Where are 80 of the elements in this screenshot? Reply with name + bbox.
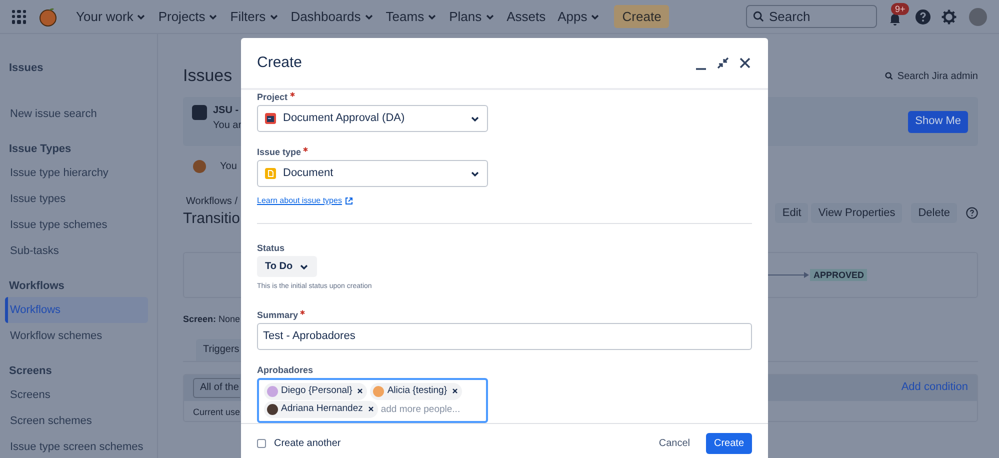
screen-label: Screen: None xyxy=(183,313,240,326)
field-label: Project xyxy=(257,91,288,103)
help-icon[interactable] xyxy=(966,207,978,219)
notice-text: You xyxy=(220,160,237,174)
sidebar-heading: Issue Types xyxy=(9,142,72,156)
sidebar-item[interactable]: Issue type screen schemes xyxy=(9,434,148,458)
nav-menu-item[interactable]: Apps xyxy=(552,4,606,30)
notification-badge: 9+ xyxy=(891,2,910,14)
admin-search-link[interactable]: Search Jira admin xyxy=(897,68,978,84)
cancel-button[interactable]: Cancel xyxy=(650,433,698,454)
create-button[interactable]: Create xyxy=(706,433,752,454)
close-icon[interactable] xyxy=(738,56,752,70)
nav-menu-item[interactable]: Teams xyxy=(380,4,444,30)
workflow-heading: Transitio xyxy=(183,209,240,229)
modal-title: Create xyxy=(257,52,304,73)
avatar xyxy=(267,386,278,396)
field-label: Issue type xyxy=(257,146,302,158)
external-link-icon xyxy=(344,197,353,205)
status-lozenge: APPROVED xyxy=(810,269,867,281)
avatar xyxy=(267,404,278,414)
person-chip[interactable]: Diego {Personal} xyxy=(264,382,368,400)
banner-title: JSU - xyxy=(213,104,240,118)
action-button[interactable]: Delete xyxy=(911,203,957,223)
sidebar-item[interactable]: Issue type hierarchy xyxy=(9,160,148,186)
fruit-logo-icon[interactable] xyxy=(38,6,58,26)
bell-icon[interactable] xyxy=(888,12,902,26)
tab[interactable]: Triggers xyxy=(196,338,242,360)
page-title: Issues xyxy=(183,65,232,88)
banner-text: You ar xyxy=(213,119,242,133)
sidebar-item[interactable]: Screens xyxy=(9,382,148,408)
help-link[interactable]: Learn about issue types xyxy=(257,196,353,206)
remove-icon[interactable] xyxy=(357,388,364,394)
sidebar-item[interactable]: Sub-tasks xyxy=(9,238,148,264)
summary-input[interactable]: Test - Aprobadores xyxy=(257,322,752,350)
action-button[interactable]: View Properties xyxy=(811,203,902,223)
sidebar-item[interactable]: New issue search xyxy=(9,100,148,126)
sidebar-item[interactable]: Workflow schemes xyxy=(9,322,148,348)
field-label: Summary xyxy=(257,308,298,320)
remove-icon[interactable] xyxy=(452,388,458,394)
person-chip[interactable]: Alicia {testing} xyxy=(370,382,462,400)
app-grid-icon[interactable] xyxy=(12,10,26,24)
sidebar-item[interactable]: Issue types xyxy=(9,186,148,212)
app-logo-icon xyxy=(192,105,207,120)
checkbox[interactable] xyxy=(257,439,266,448)
sidebar-heading: Screens xyxy=(9,364,53,378)
action-button[interactable]: Edit xyxy=(775,203,808,223)
checkbox-label: Create another xyxy=(274,437,341,451)
select-field[interactable]: Document xyxy=(257,160,488,187)
sidebar-item[interactable]: Screen schemes xyxy=(9,408,148,434)
nav-menu-item[interactable]: Filters xyxy=(224,4,285,30)
nav-menu-item[interactable]: Plans xyxy=(443,4,501,30)
collapse-icon[interactable] xyxy=(716,56,730,70)
project-icon xyxy=(265,113,276,124)
add-people-input[interactable]: add more people... xyxy=(380,400,461,418)
condition-select[interactable]: All of the xyxy=(193,378,240,398)
settings-icon[interactable] xyxy=(941,8,957,24)
nav-menu-item[interactable]: Assets xyxy=(500,4,552,30)
sidebar-heading: Workflows xyxy=(9,278,66,294)
document-icon xyxy=(265,168,276,179)
nav-menu-item[interactable]: Projects xyxy=(152,4,224,30)
people-picker[interactable]: Diego {Personal} Alicia {testing} Adriana Hernandez add more people... xyxy=(257,378,488,422)
create-button[interactable]: Create xyxy=(614,5,670,28)
sidebar-title: Issues xyxy=(9,61,44,76)
select-field[interactable]: Document Approval (DA) xyxy=(257,105,488,132)
sidebar-item[interactable]: Issue type schemes xyxy=(9,212,148,238)
field-label: Status xyxy=(257,242,285,254)
breadcrumb: Workflows / xyxy=(185,195,238,209)
search-icon xyxy=(885,72,894,80)
remove-icon[interactable] xyxy=(368,406,374,412)
nav-menu-item[interactable]: Your work xyxy=(70,4,152,30)
person-chip[interactable]: Adriana Hernandez xyxy=(264,400,378,418)
avatar xyxy=(373,386,384,396)
show-me-button[interactable]: Show Me xyxy=(908,110,968,132)
search-field[interactable]: Search xyxy=(746,4,877,28)
status-dropdown[interactable]: To Do xyxy=(257,256,317,277)
field-label: Aprobadores xyxy=(257,364,314,376)
help-icon[interactable] xyxy=(915,8,931,24)
nav-menu-item[interactable]: Dashboards xyxy=(284,4,380,30)
search-icon xyxy=(753,10,764,22)
condition-row: Current use xyxy=(193,406,240,416)
